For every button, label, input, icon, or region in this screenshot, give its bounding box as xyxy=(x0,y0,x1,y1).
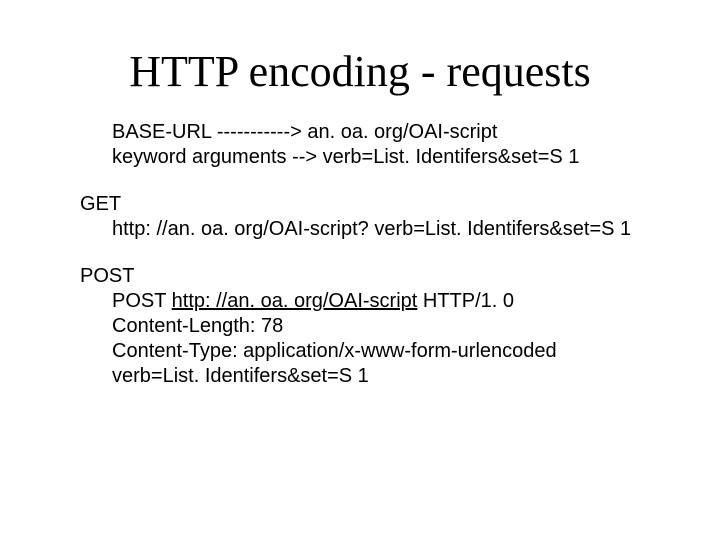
get-block: GET http: //an. oa. org/OAI-script? verb… xyxy=(80,192,680,242)
intro-block: BASE-URL -----------> an. oa. org/OAI-sc… xyxy=(80,120,680,170)
post-line-1-suffix: HTTP/1. 0 xyxy=(417,290,514,312)
post-block: POST POST http: //an. oa. org/OAI-script… xyxy=(80,264,680,389)
post-line-3: Content-Type: application/x-www-form-url… xyxy=(80,339,680,364)
post-head: POST xyxy=(80,264,680,289)
post-line-2: Content-Length: 78 xyxy=(80,314,680,339)
slide-body: BASE-URL -----------> an. oa. org/OAI-sc… xyxy=(80,120,680,411)
post-line-4: verb=List. Identifers&set=S 1 xyxy=(80,364,680,389)
post-line-1: POST http: //an. oa. org/OAI-script HTTP… xyxy=(80,289,680,314)
get-head: GET xyxy=(80,192,680,217)
get-line-1: http: //an. oa. org/OAI-script? verb=Lis… xyxy=(80,217,680,242)
intro-line-2: keyword arguments --> verb=List. Identif… xyxy=(80,145,680,170)
slide-title: HTTP encoding - requests xyxy=(0,46,720,97)
post-line-1-prefix: POST xyxy=(112,290,172,312)
post-line-1-link[interactable]: http: //an. oa. org/OAI-script xyxy=(172,290,418,312)
slide: HTTP encoding - requests BASE-URL ------… xyxy=(0,0,720,540)
intro-line-1: BASE-URL -----------> an. oa. org/OAI-sc… xyxy=(80,120,680,145)
